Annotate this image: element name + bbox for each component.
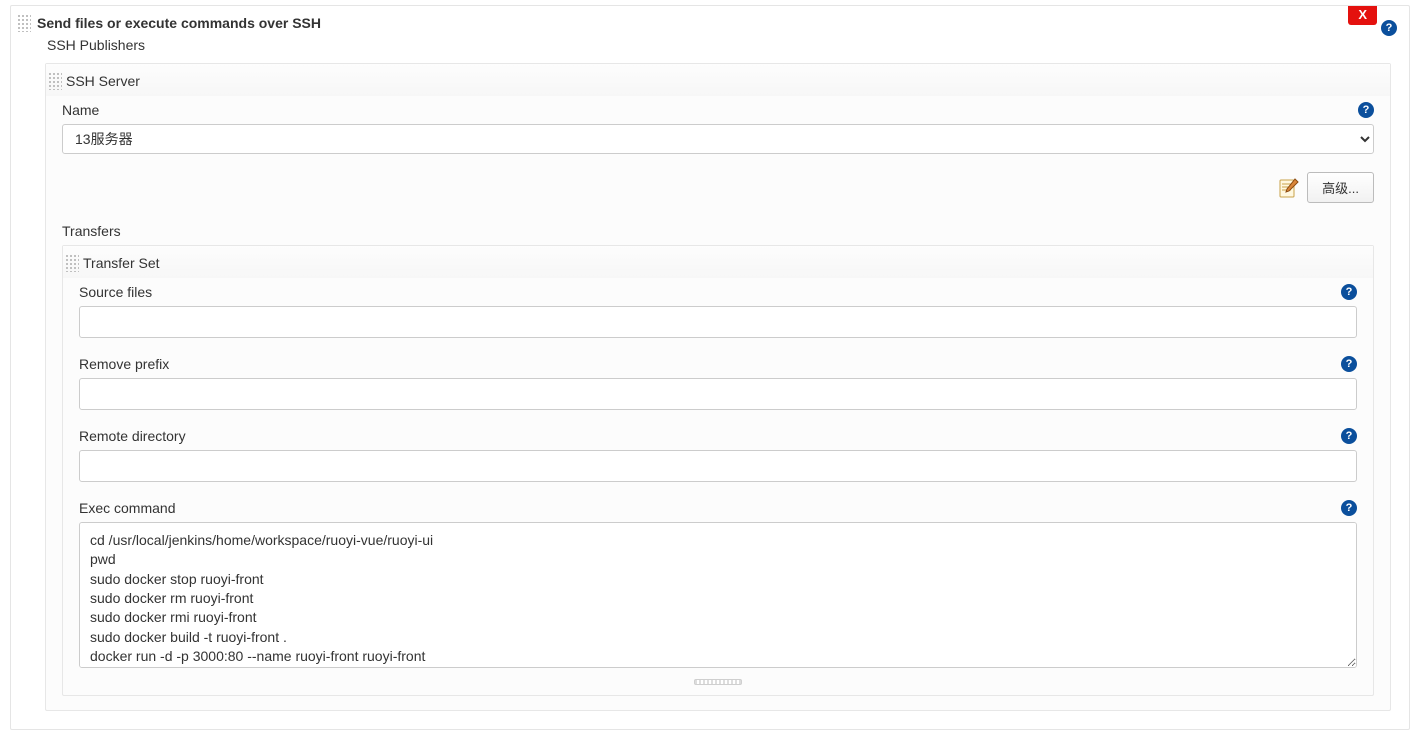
advanced-button[interactable]: 高级...	[1307, 172, 1374, 203]
edit-note-icon[interactable]	[1279, 177, 1299, 199]
drag-handle-icon[interactable]	[48, 72, 62, 90]
delete-step-button[interactable]: X	[1348, 6, 1377, 25]
help-icon[interactable]: ?	[1341, 284, 1357, 300]
name-label: Name	[62, 102, 99, 118]
panel-header: Send files or execute commands over SSH	[11, 6, 1409, 34]
drag-handle-icon[interactable]	[17, 14, 31, 32]
transfer-set-panel: Transfer Set Source files ? Remove prefi…	[62, 245, 1374, 696]
remove-prefix-label: Remove prefix	[79, 356, 169, 372]
remote-directory-label: Remote directory	[79, 428, 186, 444]
source-files-label: Source files	[79, 284, 152, 300]
ssh-server-legend-text: SSH Server	[66, 73, 140, 89]
help-icon[interactable]: ?	[1341, 356, 1357, 372]
exec-command-label: Exec command	[79, 500, 175, 516]
remove-prefix-input[interactable]	[79, 378, 1357, 410]
help-icon[interactable]: ?	[1341, 428, 1357, 444]
ssh-server-panel: SSH Server Name ? 13服务器	[45, 63, 1391, 711]
ssh-server-legend: SSH Server	[46, 64, 1390, 96]
help-icon[interactable]: ?	[1381, 20, 1397, 36]
remote-directory-input[interactable]	[79, 450, 1357, 482]
source-files-input[interactable]	[79, 306, 1357, 338]
panel-title: Send files or execute commands over SSH	[37, 15, 321, 31]
drag-handle-icon[interactable]	[65, 254, 79, 272]
transfer-set-legend-text: Transfer Set	[83, 255, 160, 271]
resize-grip-icon[interactable]	[694, 679, 742, 685]
panel-subtitle: SSH Publishers	[11, 34, 1409, 63]
ssh-publish-step-panel: X ? Send files or execute commands over …	[10, 5, 1410, 730]
help-icon[interactable]: ?	[1358, 102, 1374, 118]
transfer-set-legend: Transfer Set	[63, 246, 1373, 278]
transfers-label: Transfers	[46, 209, 1390, 245]
help-icon[interactable]: ?	[1341, 500, 1357, 516]
ssh-server-name-select[interactable]: 13服务器	[62, 124, 1374, 154]
exec-command-textarea[interactable]	[79, 522, 1357, 668]
